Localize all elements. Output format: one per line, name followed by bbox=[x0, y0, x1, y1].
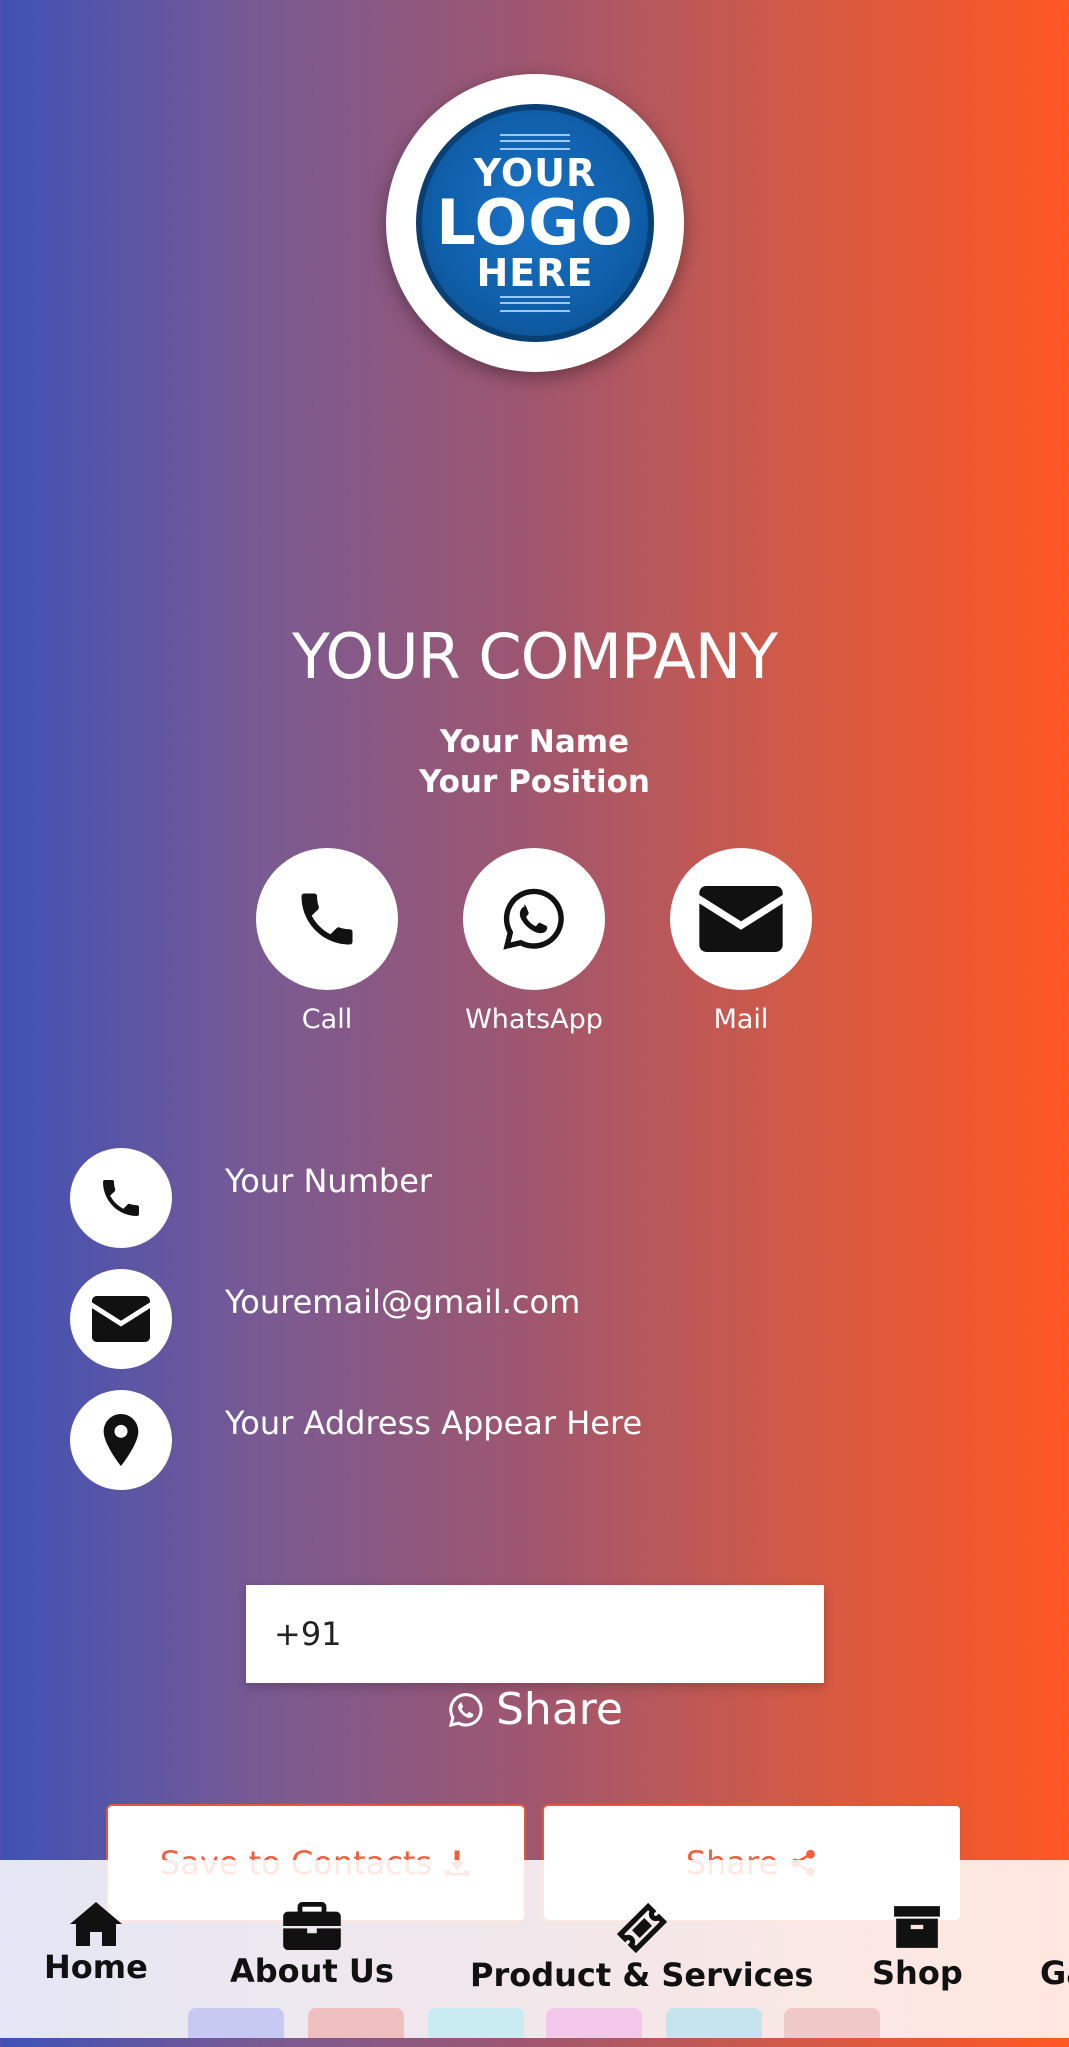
phone-circle[interactable] bbox=[70, 1148, 172, 1248]
nav-about-us-label: About Us bbox=[230, 1952, 394, 1990]
whatsapp-icon bbox=[503, 888, 564, 950]
envelope-icon bbox=[92, 1296, 150, 1342]
company-logo: YOUR LOGO HERE bbox=[386, 74, 684, 372]
address-circle[interactable] bbox=[70, 1390, 172, 1490]
whatsapp-label: WhatsApp bbox=[465, 1004, 603, 1035]
home-icon bbox=[69, 1902, 122, 1946]
logo-decor-lines-bottom bbox=[500, 296, 570, 312]
whatsapp-action[interactable]: WhatsApp bbox=[463, 848, 605, 1035]
archive-box-icon bbox=[894, 1906, 941, 1948]
email-circle[interactable] bbox=[70, 1269, 172, 1369]
whatsapp-number-input[interactable]: +91 bbox=[246, 1585, 824, 1683]
logo-text-line3: HERE bbox=[476, 251, 594, 295]
whatsapp-share-label: Share bbox=[496, 1684, 623, 1735]
whatsapp-button[interactable] bbox=[463, 848, 605, 990]
contact-number-row[interactable]: Your Number bbox=[70, 1148, 970, 1248]
company-name: YOUR COMPANY bbox=[291, 620, 778, 693]
envelope-icon bbox=[699, 886, 783, 952]
social-twitter-tab[interactable] bbox=[428, 2008, 524, 2038]
social-youtube-tab[interactable] bbox=[308, 2008, 404, 2038]
phone-icon bbox=[103, 1180, 139, 1216]
social-pinterest-tab[interactable] bbox=[784, 2008, 880, 2038]
map-pin-icon bbox=[103, 1414, 139, 1466]
contact-address-row[interactable]: Your Address Appear Here bbox=[70, 1390, 970, 1490]
nav-gallery[interactable]: Ga bbox=[1040, 1954, 1069, 1992]
social-linkedin-tab[interactable] bbox=[666, 2008, 762, 2038]
contact-address[interactable]: Your Address Appear Here bbox=[225, 1404, 642, 1442]
contact-email-row[interactable]: Youremail@gmail.com bbox=[70, 1269, 970, 1369]
nav-product-services[interactable]: Product & Services bbox=[470, 1902, 813, 1994]
nav-home[interactable]: Home bbox=[44, 1902, 148, 1986]
nav-shop[interactable]: Shop bbox=[872, 1902, 963, 1992]
social-facebook-tab[interactable] bbox=[188, 2008, 284, 2038]
call-label: Call bbox=[301, 1004, 353, 1035]
contact-number[interactable]: Your Number bbox=[225, 1162, 432, 1200]
logo-text-line2: LOGO bbox=[436, 186, 634, 259]
nav-product-services-label: Product & Services bbox=[470, 1956, 814, 1994]
nav-home-label: Home bbox=[44, 1948, 148, 1986]
ticket-icon bbox=[616, 1902, 667, 1954]
nav-shop-label: Shop bbox=[872, 1954, 963, 1992]
person-position: Your Position bbox=[419, 764, 650, 800]
contact-email[interactable]: Youremail@gmail.com bbox=[225, 1283, 580, 1321]
social-instagram-tab[interactable] bbox=[546, 2008, 642, 2038]
bottom-navigation: Home About Us Product & Services Shop Ga bbox=[0, 1860, 1069, 2038]
call-action[interactable]: Call bbox=[256, 848, 398, 1035]
nav-gallery-label: Ga bbox=[1040, 1954, 1069, 1992]
mail-label: Mail bbox=[713, 1004, 769, 1035]
briefcase-icon bbox=[283, 1902, 341, 1950]
phone-icon bbox=[301, 893, 353, 945]
nav-about-us[interactable]: About Us bbox=[230, 1902, 394, 1990]
mail-action[interactable]: Mail bbox=[670, 848, 812, 1035]
whatsapp-icon bbox=[448, 1692, 483, 1727]
call-button[interactable] bbox=[256, 848, 398, 990]
phone-prefix-value: +91 bbox=[274, 1615, 342, 1653]
mail-button[interactable] bbox=[670, 848, 812, 990]
person-name: Your Name bbox=[439, 724, 630, 760]
whatsapp-share-button[interactable]: Share bbox=[0, 1684, 1069, 1735]
logo-decor-lines bbox=[500, 134, 570, 150]
logo-badge: YOUR LOGO HERE bbox=[416, 104, 654, 342]
